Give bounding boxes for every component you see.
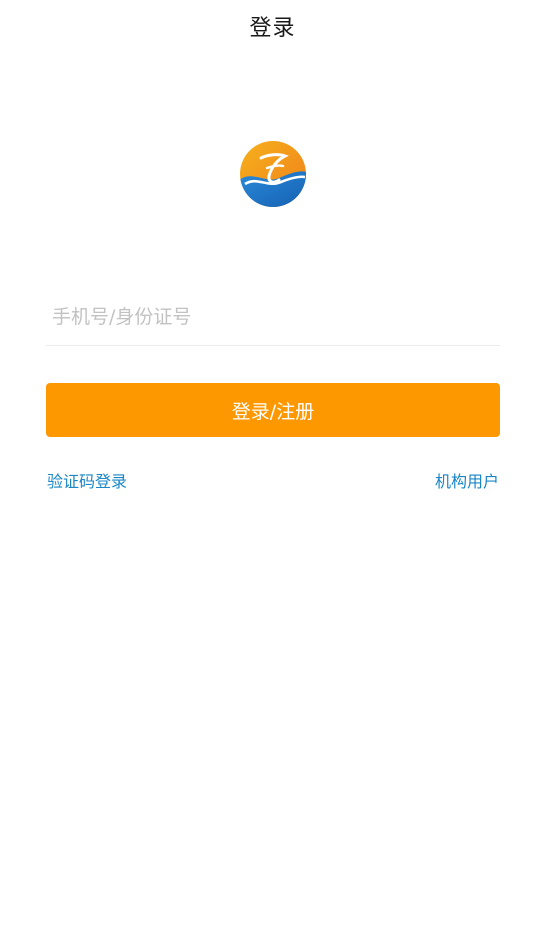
- brand-logo-icon: [239, 140, 307, 208]
- sms-login-link[interactable]: 验证码登录: [47, 471, 127, 493]
- nav-header: 登录: [0, 0, 545, 52]
- page-title: 登录: [249, 16, 296, 41]
- account-field: [46, 290, 500, 346]
- account-input[interactable]: [46, 290, 500, 344]
- org-user-link[interactable]: 机构用户: [435, 471, 499, 493]
- login-page: 登录 手机号/身份证号 登录/注册 验证码登录 机构用户: [0, 0, 545, 943]
- login-register-button[interactable]: 登录/注册: [46, 383, 500, 437]
